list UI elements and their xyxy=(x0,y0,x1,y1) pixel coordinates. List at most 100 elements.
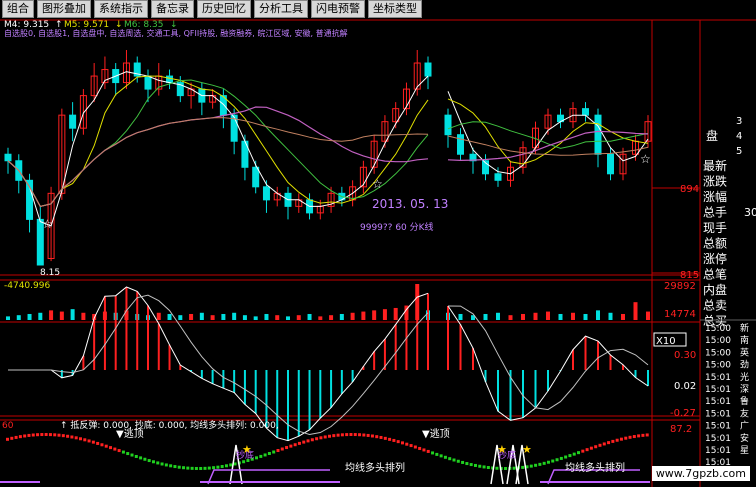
indicator-dot xyxy=(456,459,460,463)
trade-name-2: 英 xyxy=(740,346,749,358)
indicator-dot xyxy=(134,454,138,458)
indicator-dot xyxy=(6,437,9,441)
indicator-dot xyxy=(139,456,143,460)
indicator-dot xyxy=(177,465,181,469)
chart-canvas: 345盘最新涨跌涨幅总手现手总额涨停总笔内盘总卖总买3015:0015:0015… xyxy=(0,19,756,487)
indicator-dot xyxy=(70,435,74,439)
indicator-dot xyxy=(229,463,233,467)
volume-bar xyxy=(496,312,500,320)
indicator-dot xyxy=(10,436,14,440)
volume-bar xyxy=(361,311,366,320)
volume-bar xyxy=(221,313,226,320)
panel-label-2: 涨幅 xyxy=(703,189,727,204)
volume-bar xyxy=(646,311,650,320)
candle-body xyxy=(144,75,152,90)
volume-bar xyxy=(393,307,398,320)
indicator-dot xyxy=(607,441,611,445)
indicator-dot xyxy=(611,439,615,443)
indicator-prefix: 60 xyxy=(2,421,14,431)
trade-name-8: 广 xyxy=(740,420,749,432)
indicator-dot xyxy=(615,438,619,442)
indicator-dot xyxy=(645,433,649,437)
indicator-dot xyxy=(559,456,563,460)
volume-bar xyxy=(458,313,463,320)
indicator-dot xyxy=(542,461,546,465)
indicator-dot xyxy=(439,454,443,458)
indicator-dot xyxy=(431,451,435,455)
volume-bar xyxy=(6,316,10,320)
volume-bar xyxy=(264,313,269,320)
indicator-dot xyxy=(169,464,173,468)
star-marker: ☆ xyxy=(640,152,651,166)
volume-bar xyxy=(508,315,513,320)
indicator-dot xyxy=(589,446,593,450)
indicator-dot xyxy=(336,433,340,437)
grid-lines xyxy=(0,19,756,487)
indicator-axis-top: 87.2 xyxy=(670,424,692,435)
indicator-dot xyxy=(78,437,82,441)
volume-bar xyxy=(27,313,32,320)
trade-time-7: 15:01 xyxy=(705,409,731,419)
indicator-dot xyxy=(117,449,121,453)
indicator-dot xyxy=(96,441,100,445)
panel-label-8: 内盘 xyxy=(703,282,727,297)
indicator-dot xyxy=(61,434,65,438)
low-price-label: 8.15 xyxy=(40,268,60,278)
indicator-dot xyxy=(624,436,628,440)
volume-unit: X10 xyxy=(656,336,676,347)
volume-bar xyxy=(59,311,64,320)
indicator-dot xyxy=(366,433,370,437)
volume-bar xyxy=(596,310,600,320)
stock-chart-screen: 组合 图形叠加 系统指示 备忘录 历史回忆 分析工具 闪电预警 坐标类型 345… xyxy=(0,0,756,487)
indicator-dot xyxy=(164,463,168,467)
indicator-dot xyxy=(18,435,22,439)
indicator-dot xyxy=(448,457,452,461)
indicator-dot xyxy=(48,433,52,437)
indicator-dot xyxy=(14,435,18,439)
indicator-dot xyxy=(529,464,533,468)
candle-body xyxy=(166,75,174,84)
indicator-dot xyxy=(598,443,602,447)
indicator-dot xyxy=(641,433,645,437)
indicator-dot xyxy=(581,449,585,453)
panel-label-5: 总额 xyxy=(703,237,727,251)
trade-name-10: 星 xyxy=(740,445,749,456)
indicator-dot xyxy=(353,433,357,437)
trade-time-6: 15:01 xyxy=(705,397,731,407)
indicator-dot xyxy=(392,438,396,442)
indicator-dot xyxy=(74,436,78,440)
indicator-dot xyxy=(91,440,95,444)
indicator-dot xyxy=(602,442,606,446)
indicator-dot xyxy=(83,438,87,442)
trade-name-4: 光 xyxy=(740,371,749,383)
indicator-dot xyxy=(405,442,409,446)
indicator-dot xyxy=(87,439,91,443)
volume-bar xyxy=(329,315,334,320)
indicator-dot xyxy=(130,453,134,457)
volume-bar xyxy=(242,315,247,320)
indicator-dot xyxy=(182,466,186,470)
indicator-dot xyxy=(568,454,572,458)
candle-body xyxy=(69,114,77,129)
volume-bar xyxy=(275,315,280,320)
indicator-dot xyxy=(473,463,477,467)
bottom-indicator xyxy=(0,433,650,485)
candle-body xyxy=(252,166,260,188)
macd-histogram xyxy=(8,286,649,442)
indicator-dot xyxy=(302,440,306,444)
indicator-dot xyxy=(216,465,220,469)
price-axis-815: 815 xyxy=(680,270,699,281)
trade-name-7: 友 xyxy=(740,407,749,419)
trade-name-6: 鲁 xyxy=(740,395,749,407)
indicator-dot xyxy=(147,459,151,463)
trade-name-9: 安 xyxy=(740,432,749,444)
indicator-dot xyxy=(619,437,623,441)
indicator-dot xyxy=(160,462,164,466)
volume-bar xyxy=(156,312,161,320)
indicator-dot xyxy=(379,435,383,439)
indicator-dot xyxy=(426,449,430,453)
trade-time-2: 15:00 xyxy=(705,348,731,358)
bull-label-2: 均线多头排列 xyxy=(565,461,625,474)
indicator-dot xyxy=(151,460,155,464)
indicator-dot xyxy=(31,433,35,437)
